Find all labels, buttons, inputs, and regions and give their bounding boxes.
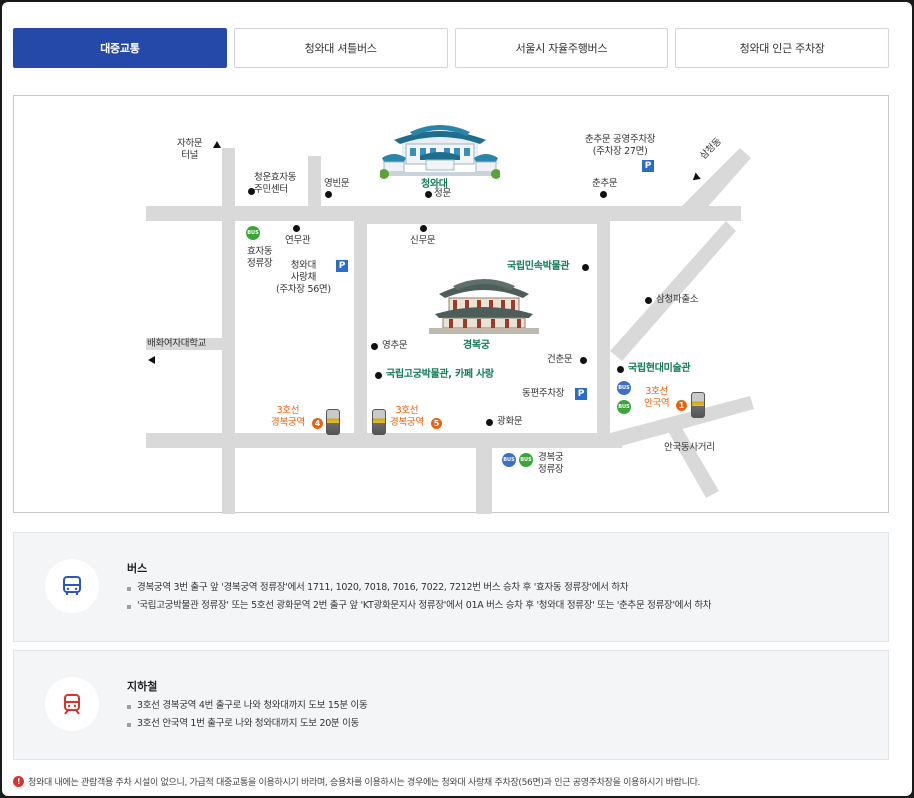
parking-icon: P bbox=[642, 160, 654, 172]
label-chunchumun: 춘추문 bbox=[592, 178, 618, 189]
road-diagonal bbox=[610, 221, 736, 361]
label-chunchumun-parking: 춘추문 공영주차장 (주차장 27면) bbox=[585, 134, 656, 157]
label-yeongchumun: 영추문 bbox=[382, 340, 408, 351]
location-map: 자하문 터널 청운효자동 주민센터 영빈문 청와대 정문 춘추문 공영주차장 (주차장… bbox=[13, 95, 889, 514]
subway-info-panel: 지하철 3호선 경복궁역 4번 출구로 나와 청와대까지 도보 15분 이동 3… bbox=[13, 650, 889, 760]
subway-route-list: 3호선 경복궁역 4번 출구로 나와 청와대까지 도보 15분 이동 3호선 안… bbox=[127, 697, 368, 733]
bus-stop-icon: BUS bbox=[617, 400, 631, 414]
transport-tabs: 대중교통 청와대 셔틀버스 서울시 자율주행버스 청와대 인근 주차장 bbox=[13, 28, 889, 68]
marker-police-box bbox=[645, 297, 652, 304]
road-palace-north bbox=[354, 214, 610, 224]
bus-stop-icon: BUS bbox=[617, 381, 631, 395]
cheongwadae-building-icon bbox=[380, 125, 500, 179]
road-yeongbinmun bbox=[308, 156, 321, 214]
parking-icon: P bbox=[336, 260, 348, 272]
label-palace-museum: 국립고궁박물관, 카페 사랑 bbox=[386, 369, 494, 380]
label-jahamun-tunnel: 자하문 터널 bbox=[177, 138, 203, 161]
page-frame: 대중교통 청와대 셔틀버스 서울시 자율주행버스 청와대 인근 주차장 자하문 … bbox=[2, 2, 912, 796]
list-item: '국립고궁박물관 정류장' 또는 5호선 광화문역 2번 출구 앞 'KT광화문… bbox=[127, 597, 712, 615]
exit-number-badge: 4 bbox=[312, 418, 323, 429]
marker-yeongchumun bbox=[371, 343, 378, 350]
exit-number-badge: 1 bbox=[676, 400, 687, 411]
label-geonchunmun: 건춘문 bbox=[547, 354, 573, 365]
road-anguk-south bbox=[664, 418, 719, 498]
notice-text: 청와대 내에는 관람객용 주차 시설이 없으니, 가급적 대중교통을 이용하시기… bbox=[28, 778, 701, 788]
label-yeongbinmun: 영빈문 bbox=[324, 178, 350, 189]
marker-jeongmun bbox=[425, 191, 432, 198]
tab-autonomous-bus[interactable]: 서울시 자율주행버스 bbox=[454, 28, 669, 68]
marker-mmca bbox=[617, 366, 624, 373]
label-police-box: 삼청파출소 bbox=[656, 294, 699, 305]
label-anguk-intersection: 안국동사거리 bbox=[664, 442, 715, 453]
marker-yeongbinmun bbox=[325, 191, 332, 198]
label-yeonmugwan: 연무관 bbox=[285, 235, 311, 246]
parking-notice: ! 청와대 내에는 관람객용 주차 시설이 없으니, 가급적 대중교통을 이용하… bbox=[13, 775, 700, 788]
road-palace-east bbox=[597, 214, 610, 448]
label-gb-station-exit4: 3호선 경복궁역 bbox=[271, 405, 305, 428]
road-west-vertical bbox=[222, 148, 235, 514]
parking-icon: P bbox=[575, 388, 587, 400]
road-bottom-horizontal bbox=[146, 433, 622, 448]
marker-palace-museum bbox=[375, 372, 382, 379]
bus-stop-icon: BUS bbox=[246, 226, 260, 240]
bus-stop-icon: BUS bbox=[519, 453, 533, 467]
warning-icon: ! bbox=[13, 776, 24, 787]
subway-icon bbox=[45, 677, 99, 731]
label-gyeongbokgung: 경복궁 bbox=[463, 340, 490, 351]
marker-folk-museum bbox=[582, 264, 589, 271]
subway-title: 지하철 bbox=[127, 680, 158, 693]
label-anguk-station: 3호선 안국역 bbox=[644, 386, 670, 409]
bus-info-panel: 버스 경복궁역 3번 출구 앞 '경복궁역 정류장'에서 1711, 1020,… bbox=[13, 532, 889, 642]
label-sinmumun: 신무문 bbox=[410, 235, 436, 246]
list-item: 3호선 안국역 1번 출구로 나와 청와대까지 도보 20분 이동 bbox=[127, 715, 367, 733]
exit-number-badge: 5 bbox=[431, 418, 442, 429]
label-mmca: 국립현대미술관 bbox=[628, 363, 691, 374]
bus-title: 버스 bbox=[127, 562, 148, 575]
bus-stop-icon: BUS bbox=[502, 453, 516, 467]
tab-nearby-parking[interactable]: 청와대 인근 주차장 bbox=[675, 28, 889, 68]
label-gb-station-exit5: 3호선 경복궁역 bbox=[390, 405, 424, 428]
list-item: 경복궁역 3번 출구 앞 '경복궁역 정류장'에서 1711, 1020, 70… bbox=[127, 579, 711, 597]
marker-geonchunmun bbox=[580, 357, 587, 364]
label-hyojadong-stop: 효자동 정류장 bbox=[247, 246, 273, 269]
label-community-center: 청운효자동 주민센터 bbox=[254, 172, 297, 195]
bus-route-list: 경복궁역 3번 출구 앞 '경복궁역 정류장'에서 1711, 1020, 70… bbox=[127, 579, 712, 615]
label-ewha-univ: 배화여자대학교 bbox=[147, 338, 207, 349]
bus-icon bbox=[45, 559, 99, 613]
subway-station-icon bbox=[326, 409, 340, 435]
list-item: 3호선 경복궁역 4번 출구로 나와 청와대까지 도보 15분 이동 bbox=[127, 697, 368, 715]
marker-sinmumun bbox=[420, 225, 427, 232]
tab-public-transport[interactable]: 대중교통 bbox=[13, 28, 227, 68]
label-gwanghwamun: 광화문 bbox=[497, 416, 523, 427]
gyeongbokgung-building-icon bbox=[429, 279, 539, 334]
label-cw-parking: 청와대 사랑채 (주차장 56면) bbox=[276, 260, 331, 295]
label-folk-museum: 국립민속박물관 bbox=[507, 261, 570, 272]
label-jeongmun: 정문 bbox=[434, 188, 451, 199]
subway-station-icon bbox=[691, 392, 705, 418]
marker-yeonmugwan bbox=[293, 225, 300, 232]
up-arrow-icon bbox=[213, 141, 221, 148]
label-east-parking: 동편주차장 bbox=[522, 388, 565, 399]
tab-shuttle-bus[interactable]: 청와대 셔틀버스 bbox=[233, 28, 448, 68]
subway-station-icon bbox=[372, 409, 386, 435]
left-arrow-icon bbox=[148, 356, 155, 364]
road-palace-west bbox=[354, 214, 367, 448]
marker-chunchumun bbox=[600, 191, 607, 198]
label-gb-stop: 경복궁 정류장 bbox=[538, 452, 564, 475]
marker-gwanghwamun bbox=[486, 419, 493, 426]
road-gwanghwamun bbox=[476, 441, 492, 514]
